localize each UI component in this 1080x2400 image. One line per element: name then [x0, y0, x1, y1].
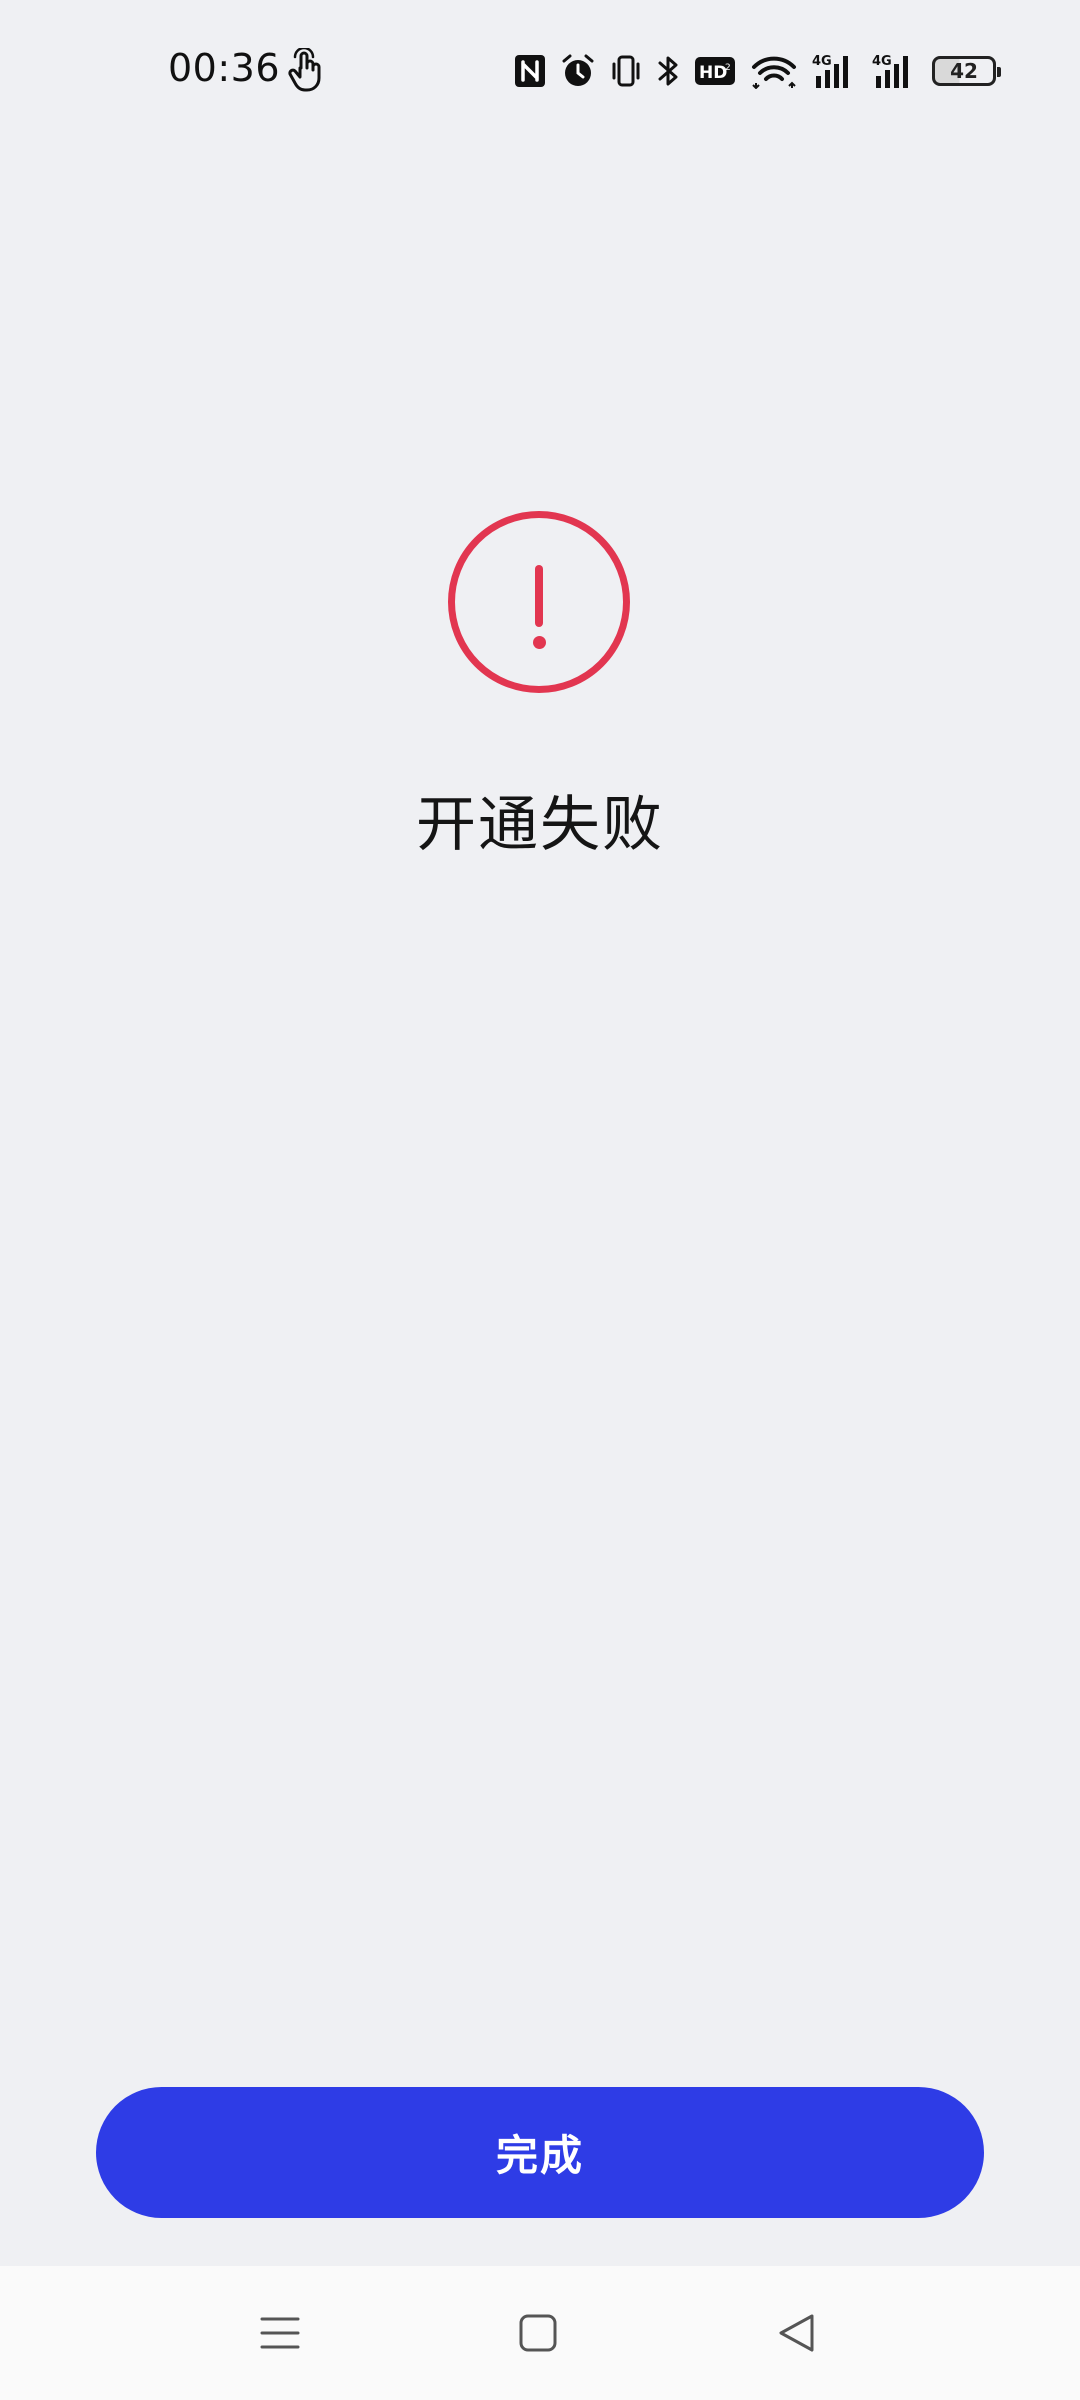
home-icon[interactable]	[478, 2266, 598, 2400]
vibrate-icon	[610, 51, 642, 91]
status-bar: 00:36 HD 2 4G 4G 42	[0, 0, 1080, 140]
battery-icon: 42	[932, 56, 1001, 86]
svg-text:4G: 4G	[812, 54, 832, 69]
alarm-icon	[560, 51, 596, 91]
signal-4g-icon: 4G	[812, 51, 858, 91]
wifi-icon	[750, 51, 798, 91]
back-icon[interactable]	[736, 2266, 856, 2400]
exclamation-circle-icon	[448, 511, 630, 693]
touch-gesture-icon	[288, 46, 324, 92]
svg-text:2: 2	[725, 63, 731, 73]
result-title: 开通失败	[416, 790, 664, 860]
battery-level: 42	[950, 59, 978, 83]
done-button[interactable]: 完成	[96, 2087, 984, 2218]
exclamation-dot	[532, 636, 546, 649]
bluetooth-icon	[656, 51, 680, 91]
status-icons: HD 2 4G 4G 42	[514, 50, 1001, 92]
navigation-bar	[0, 2266, 1080, 2400]
status-time: 00:36	[168, 46, 281, 90]
svg-text:4G: 4G	[872, 54, 892, 69]
menu-icon[interactable]	[220, 2266, 340, 2400]
svg-text:HD: HD	[699, 63, 727, 83]
signal-4g-icon: 4G	[872, 51, 918, 91]
nfc-icon	[514, 51, 546, 91]
exclamation-bar	[535, 565, 543, 627]
hd-voice-icon: HD 2	[694, 51, 736, 91]
